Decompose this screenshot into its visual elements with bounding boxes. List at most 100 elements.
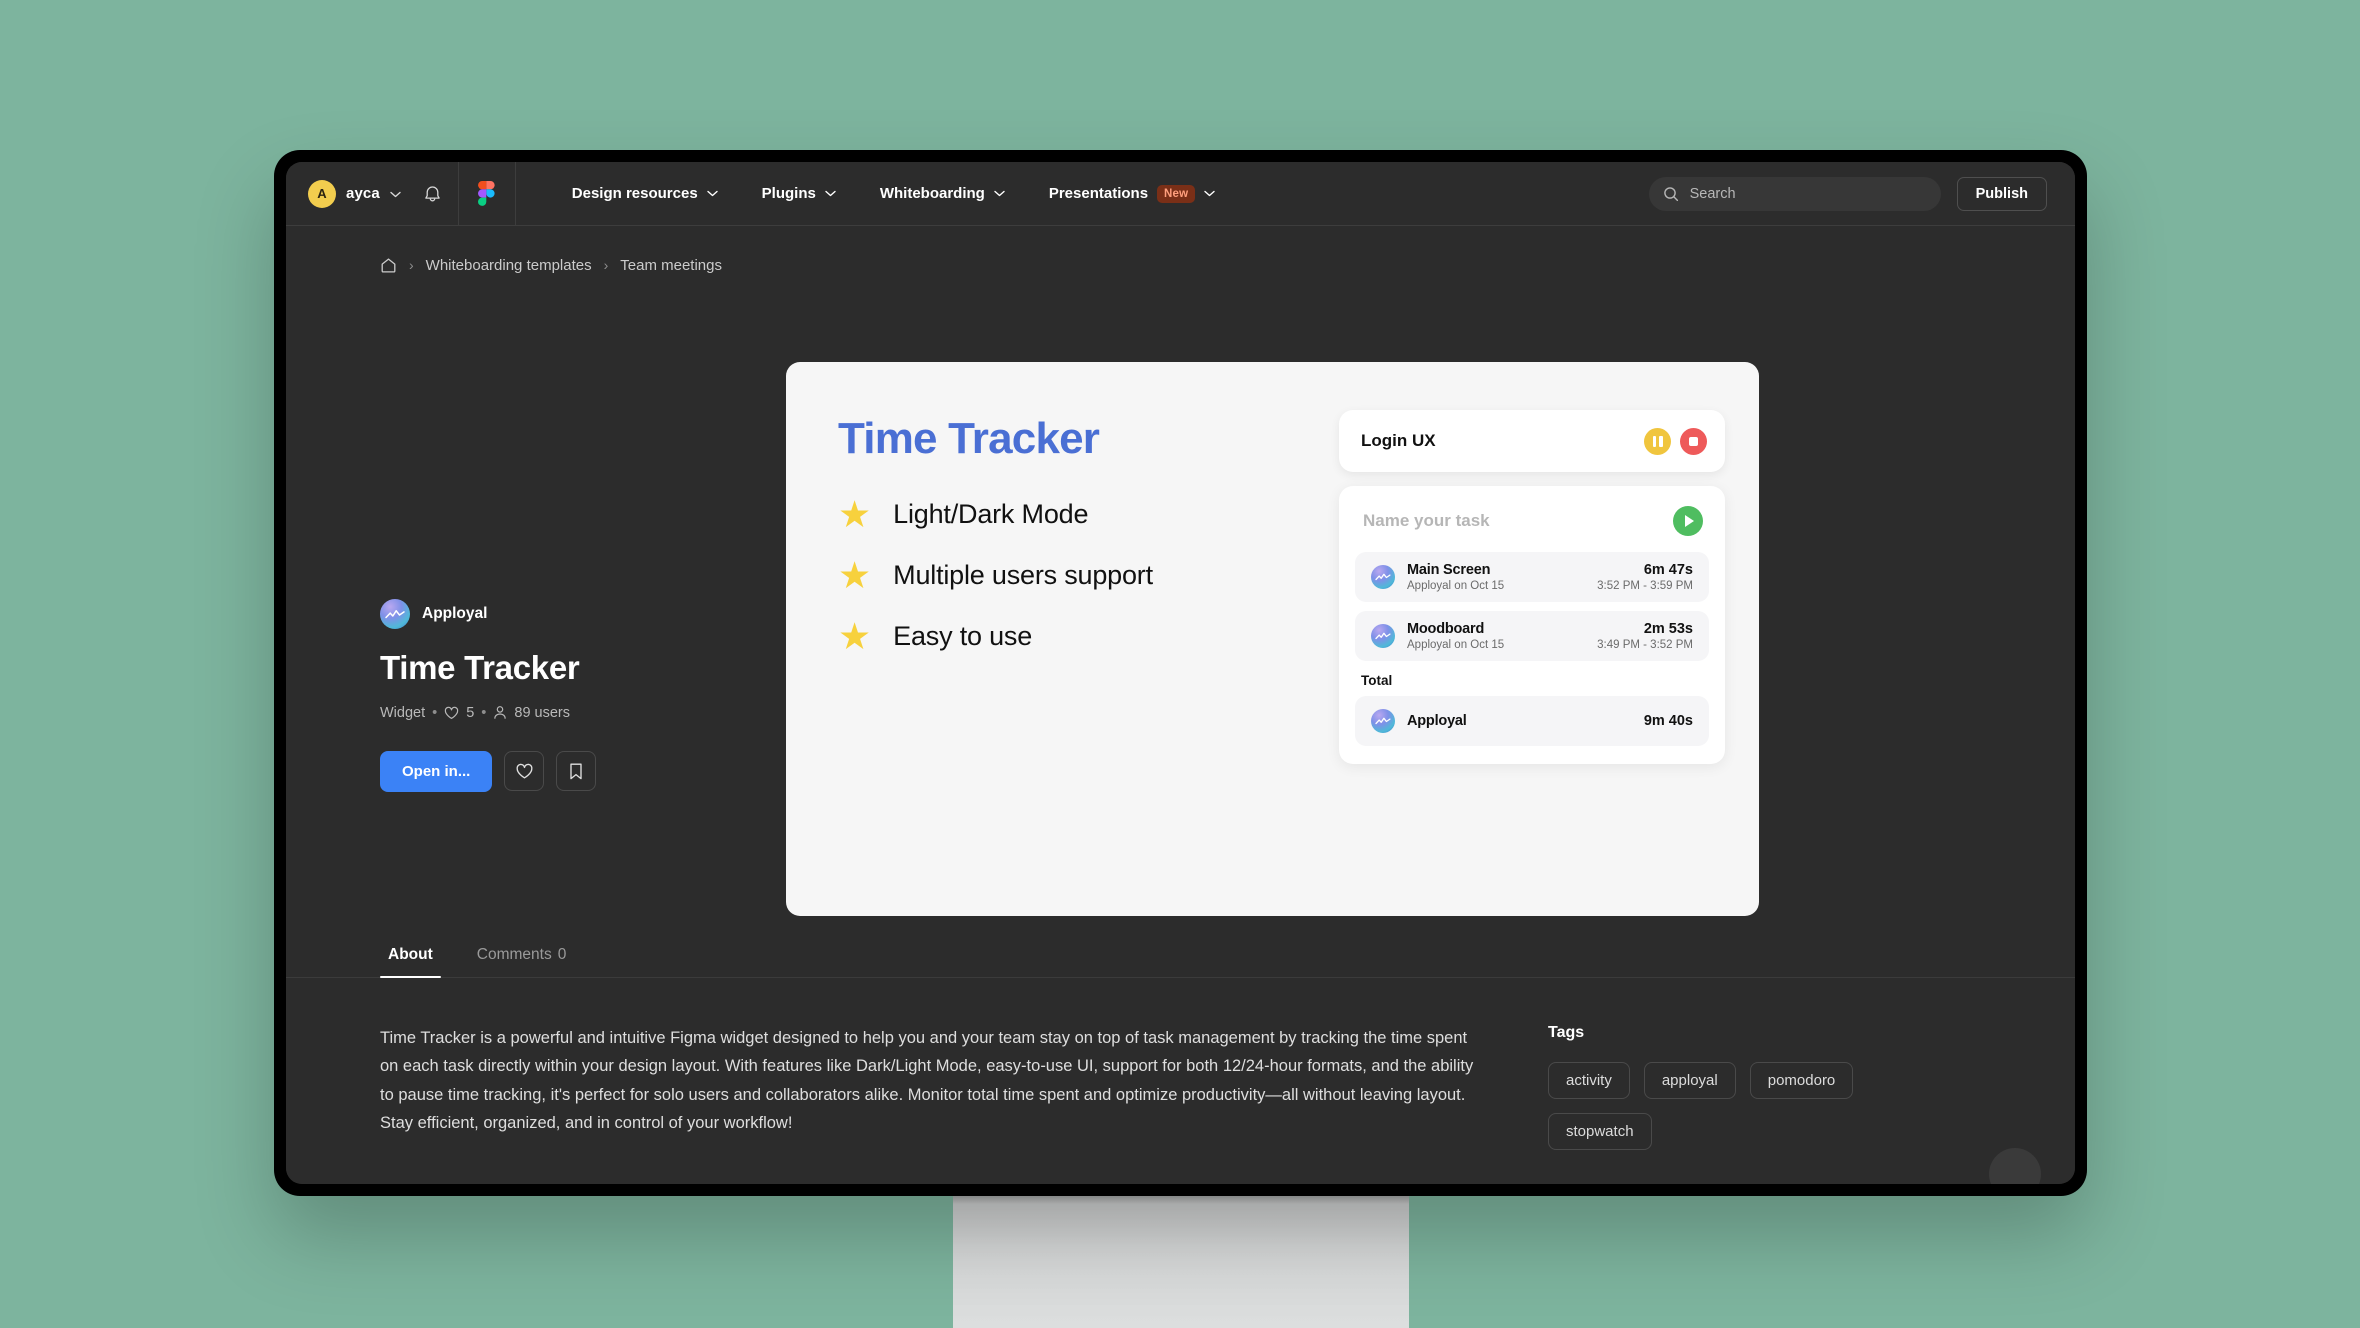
total-user-name: Apployal [1407,713,1467,729]
star-icon: ★ [838,494,872,535]
tags-list: activity apployal pomodoro stopwatch [1548,1062,1928,1150]
entry-time-range: 3:52 PM - 3:59 PM [1597,580,1693,592]
nav-item-label: Design resources [571,185,698,202]
nav-item-label: Plugins [761,185,816,202]
figma-logo-icon[interactable] [459,162,515,225]
nav-right-group: Search Publish [1648,176,2057,211]
feature-row-1: ★ Light/Dark Mode [838,496,1339,533]
new-task-row: Name your task [1355,502,1709,552]
bookmark-button[interactable] [556,751,597,791]
tag-pomodoro[interactable]: pomodoro [1749,1062,1854,1099]
breadcrumb-item-team-meetings[interactable]: Team meetings [620,257,722,274]
preview-left: Time Tracker ★ Light/Dark Mode ★ Multipl… [786,362,1339,916]
monitor-bezel: A ayca Design resources Plugins Whiteboa… [274,150,2087,1196]
tab-bar: About Comments 0 [286,946,2075,978]
about-section: Time Tracker is a powerful and intuitive… [286,978,2075,1150]
heart-icon [515,762,534,780]
meta-dot-1: • [432,704,438,721]
publisher-avatar-icon [380,598,410,629]
feature-label: Multiple users support [893,560,1153,590]
tag-stopwatch[interactable]: stopwatch [1548,1113,1652,1150]
avatar: A [308,179,336,208]
chevron-down-icon [1204,190,1215,197]
help-button[interactable] [1989,1148,2041,1184]
entry-right: 2m 53s 3:49 PM - 3:52 PM [1597,621,1693,651]
hero-section: Apployal Time Tracker Widget • 5 • 89 us… [286,304,2075,916]
tag-activity[interactable]: activity [1548,1062,1630,1099]
tab-label: About [388,946,433,963]
breadcrumb-item-whiteboarding-templates[interactable]: Whiteboarding templates [426,257,592,274]
screen: A ayca Design resources Plugins Whiteboa… [286,162,2075,1184]
tag-apployal[interactable]: apployal [1643,1062,1736,1099]
play-icon[interactable] [1673,506,1703,536]
task-name-input[interactable]: Name your task [1363,511,1490,531]
total-label: Total [1361,673,1393,688]
nav-divider-2 [514,162,516,226]
entry-name: Main Screen [1407,562,1491,578]
nav-item-presentations[interactable]: Presentations New [1027,184,1237,203]
search-input[interactable]: Search [1648,176,1941,211]
nav-item-whiteboarding[interactable]: Whiteboarding [858,185,1027,202]
meta-likes: 5 [466,704,475,721]
total-avatar-icon [1371,709,1395,733]
preview-title: Time Tracker [838,414,1100,463]
entry-duration: 6m 47s [1643,562,1693,578]
tab-about[interactable]: About [380,946,441,978]
task-list-panel: Name your task Main Screen Apployal on O… [1339,486,1725,764]
task-controls [1644,427,1707,455]
total-duration: 9m 40s [1643,713,1693,729]
publish-button[interactable]: Publish [1956,176,2047,211]
total-row: Apployal 9m 40s [1355,696,1709,746]
preview-card[interactable]: Time Tracker ★ Light/Dark Mode ★ Multipl… [786,362,1759,916]
publisher-name: Apployal [422,604,488,622]
person-icon [493,705,507,720]
entry-main: Moodboard Apployal on Oct 15 [1407,621,1504,651]
tab-label: Comments [476,946,552,963]
badge-new: New [1157,184,1196,203]
open-in-button[interactable]: Open in... [380,750,493,792]
entry-right: 6m 47s 3:52 PM - 3:59 PM [1597,562,1693,592]
tab-comments[interactable]: Comments 0 [469,946,575,977]
star-icon: ★ [838,555,872,596]
pause-icon[interactable] [1644,427,1671,455]
nav-left-group: A ayca Design resources Plugins Whiteboa… [286,162,1238,226]
star-icon: ★ [838,616,872,657]
page-title: Time Tracker [380,648,580,686]
feature-row-2: ★ Multiple users support [838,557,1339,594]
entry-duration: 2m 53s [1643,621,1693,637]
like-button[interactable] [504,751,545,791]
scene: A ayca Design resources Plugins Whiteboa… [0,0,2360,1328]
entry-name: Moodboard [1407,621,1485,637]
nav-menu: Design resources Plugins Whiteboarding P… [550,184,1238,203]
entry-subtitle: Apployal on Oct 15 [1407,639,1505,651]
tab-comments-count: 0 [557,946,567,963]
bell-icon[interactable] [423,184,442,204]
chevron-down-icon [994,190,1005,197]
page-content: › Whiteboarding templates › Team meeting… [286,226,2075,1184]
nav-item-label: Presentations [1048,185,1149,202]
nav-item-design-resources[interactable]: Design resources [550,185,740,202]
tags-section: Tags activity apployal pomodoro stopwatc… [1548,1024,1928,1150]
user-menu[interactable]: A ayca [286,162,458,225]
feature-label: Easy to use [893,621,1033,651]
meta-dot-2: • [481,704,487,721]
task-entry: Main Screen Apployal on Oct 15 6m 47s 3:… [1355,552,1709,602]
chevron-down-icon [706,190,718,197]
preview-widget-mockup: Login UX Name your task Main Screen Appl… [1339,362,1759,916]
action-buttons: Open in... [380,750,766,792]
about-description: Time Tracker is a powerful and intuitive… [380,1029,1474,1133]
feature-row-3: ★ Easy to use [838,618,1339,655]
hero-details: Apployal Time Tracker Widget • 5 • 89 us… [286,304,766,916]
breadcrumb-separator: › [409,257,414,273]
chevron-down-icon [390,191,401,198]
meta-users: 89 users [514,704,570,721]
entry-time-range: 3:49 PM - 3:52 PM [1597,639,1693,651]
stop-icon[interactable] [1680,427,1707,455]
nav-item-plugins[interactable]: Plugins [740,185,858,202]
publisher-row[interactable]: Apployal [380,598,766,629]
home-icon[interactable] [380,257,397,274]
entry-avatar-icon [1371,565,1395,589]
entry-main: Main Screen Apployal on Oct 15 [1407,562,1504,592]
meta-type: Widget [380,704,426,721]
entry-avatar-icon [1371,624,1395,648]
